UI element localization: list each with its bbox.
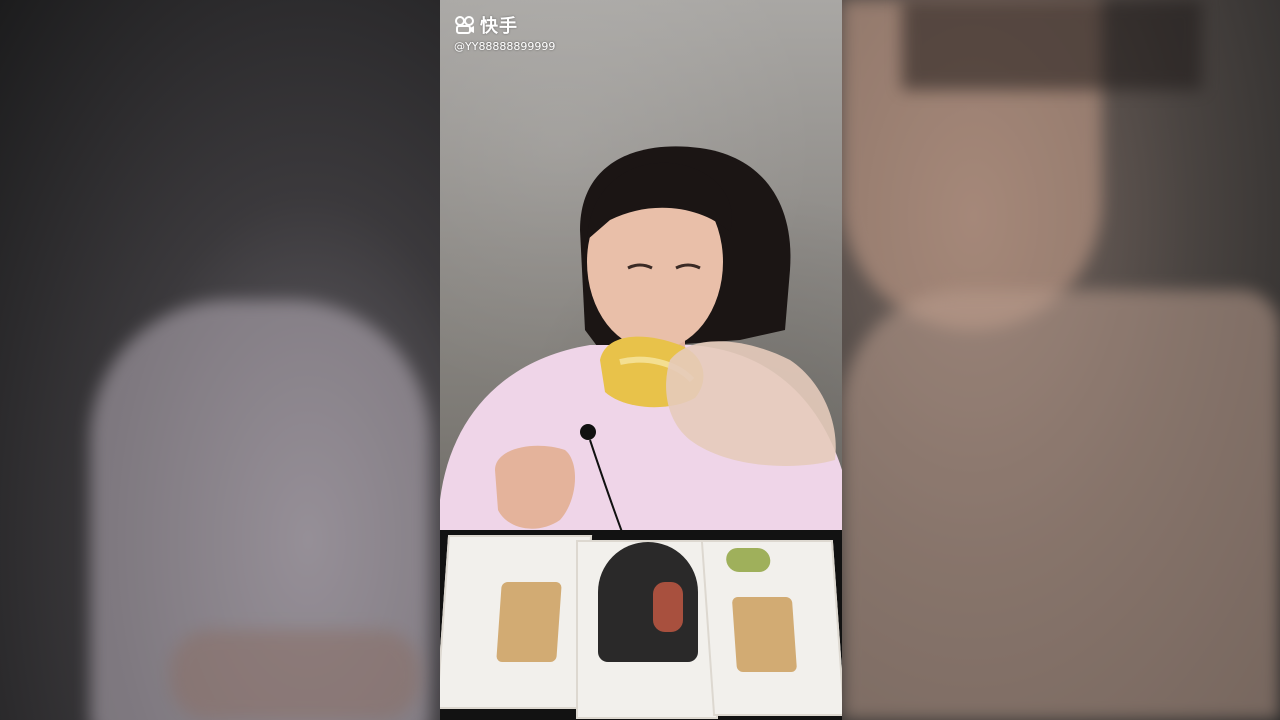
food-tray-middle xyxy=(576,540,718,719)
food-tray-right xyxy=(700,540,842,716)
lapel-mic xyxy=(580,424,596,440)
video-frame: 快手 @YY88888899999 xyxy=(440,0,842,720)
bare-hand xyxy=(495,445,576,529)
watermark-logo-text: 快手 xyxy=(480,16,518,37)
watermark-handle: @YY88888899999 xyxy=(454,40,556,53)
black-sesame-cake xyxy=(598,542,698,662)
kuaishou-logo-icon xyxy=(455,16,474,34)
food-tray-left xyxy=(440,535,593,709)
blurred-background-left xyxy=(0,0,440,720)
blurred-background-right xyxy=(842,0,1280,720)
kuaishou-watermark: 快手 @YY88888899999 xyxy=(454,12,555,53)
